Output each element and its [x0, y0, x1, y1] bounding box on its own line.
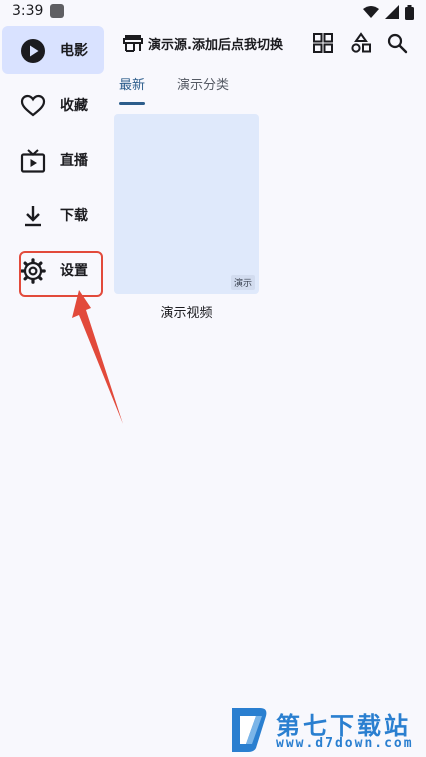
grid-icon[interactable] — [312, 32, 334, 54]
sidebar-item-label: 下载 — [60, 208, 88, 224]
sidebar-item-favorites[interactable]: 收藏 — [2, 81, 104, 129]
category-shapes-icon[interactable] — [350, 32, 372, 54]
sidebar-item-movies[interactable]: 电影 — [2, 26, 104, 74]
status-bar: 3:39 — [0, 0, 426, 24]
search-icon[interactable] — [386, 32, 408, 54]
video-title[interactable]: 演示视频 — [114, 302, 259, 321]
battery-icon — [405, 4, 414, 20]
top-bar: 演示源.添加后点我切换 — [108, 24, 426, 64]
sidebar-item-live[interactable]: 直播 — [2, 136, 104, 184]
play-circle-icon — [21, 39, 45, 63]
sidebar-item-label: 直播 — [60, 153, 88, 169]
tab-indicator — [119, 102, 145, 105]
status-time: 3:39 — [12, 3, 44, 19]
sidebar-item-downloads[interactable]: 下载 — [2, 191, 104, 239]
source-store-icon[interactable] — [122, 32, 144, 54]
watermark-url: www.d7down.com — [276, 736, 414, 751]
signal-icon — [385, 5, 399, 19]
tab-latest[interactable]: 最新 — [119, 74, 145, 93]
sidebar-item-label: 收藏 — [60, 98, 88, 114]
sidebar-item-label: 电影 — [60, 43, 88, 59]
source-title[interactable]: 演示源.添加后点我切换 — [148, 34, 283, 53]
d7-logo-icon — [232, 708, 267, 752]
tv-icon — [20, 149, 46, 173]
status-icons — [363, 4, 414, 20]
video-badge: 演示 — [230, 275, 255, 290]
download-icon — [25, 206, 41, 227]
notification-icon — [50, 4, 64, 18]
video-card-thumbnail[interactable]: 演示 — [114, 114, 259, 294]
wifi-icon — [363, 6, 379, 18]
watermark: 第七下载站 www.d7down.com — [226, 704, 422, 754]
tab-demo-category[interactable]: 演示分类 — [177, 74, 229, 93]
heart-icon — [20, 94, 46, 117]
